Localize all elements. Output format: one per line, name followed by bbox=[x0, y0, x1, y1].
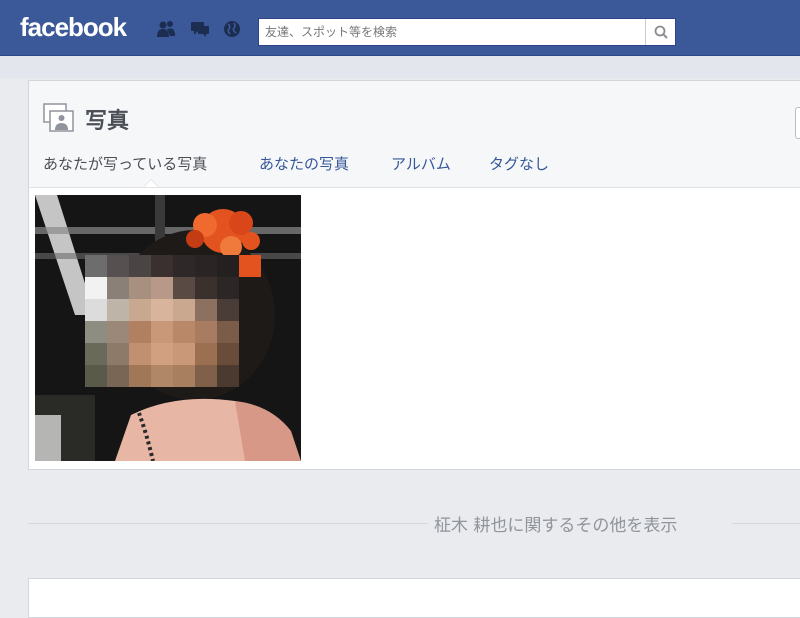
photo-image bbox=[35, 195, 301, 461]
tab-untagged[interactable]: タグなし bbox=[489, 153, 549, 174]
photos-options-button[interactable] bbox=[795, 107, 800, 139]
tab-albums[interactable]: アルバム bbox=[391, 153, 451, 174]
search-icon bbox=[654, 25, 668, 39]
search-button[interactable] bbox=[645, 19, 675, 45]
notifications-globe-icon[interactable] bbox=[222, 20, 242, 38]
facebook-logo[interactable]: facebook bbox=[20, 12, 127, 43]
pixelated-face bbox=[85, 255, 261, 387]
active-tab-indicator bbox=[143, 179, 159, 187]
see-more-divider-left bbox=[28, 523, 428, 524]
friend-requests-icon[interactable] bbox=[156, 20, 176, 38]
top-navigation-bar: facebook bbox=[0, 0, 800, 56]
photos-title: 写真 bbox=[85, 109, 130, 134]
see-more-link[interactable]: 柾木 耕也に関するその他を表示 bbox=[434, 511, 677, 536]
photos-card-header: 写真 あなたが写っている写真 あなたの写真 アルバム タグなし bbox=[29, 81, 800, 188]
tab-your-photos[interactable]: あなたの写真 bbox=[259, 153, 349, 174]
search-input[interactable] bbox=[259, 19, 643, 45]
see-more-divider-right bbox=[732, 523, 800, 524]
next-section-card bbox=[28, 578, 800, 618]
photos-card: 写真 あなたが写っている写真 あなたの写真 アルバム タグなし bbox=[28, 80, 800, 470]
sub-header-band bbox=[0, 56, 800, 78]
search-box bbox=[258, 18, 676, 46]
tab-photos-of-you[interactable]: あなたが写っている写真 bbox=[43, 153, 207, 174]
photo-thumbnail[interactable] bbox=[35, 195, 301, 461]
photos-icon bbox=[43, 103, 74, 132]
messages-icon[interactable] bbox=[190, 20, 210, 38]
